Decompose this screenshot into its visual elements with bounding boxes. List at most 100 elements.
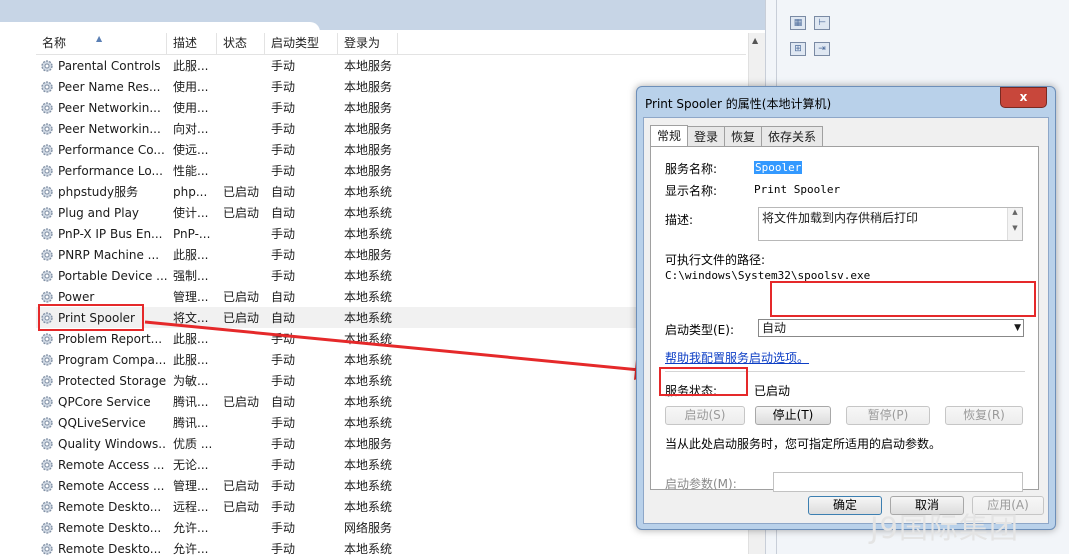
service-gear-icon [41, 353, 53, 366]
service-desc-cell: 使用... [173, 80, 209, 94]
tab-general[interactable]: 常规 [650, 125, 689, 147]
service-gear-icon [41, 479, 53, 492]
table-row[interactable]: Parental Controls 此服... 手动 本地服务 [36, 55, 746, 76]
toolbar-tree-icon[interactable]: ⊞ [790, 42, 806, 56]
service-status-cell: 已启动 [223, 290, 260, 304]
service-name-cell: Remote Deskto... [36, 542, 167, 556]
tab-recovery[interactable]: 恢复 [724, 126, 763, 146]
service-desc-cell: 使用... [173, 101, 209, 115]
service-gear-icon [41, 500, 53, 513]
service-startup-cell: 自动 [271, 311, 296, 325]
service-desc-cell: 性能... [173, 164, 209, 178]
service-desc-cell: 腾讯... [173, 395, 209, 409]
service-name-cell: Performance Lo... [36, 164, 167, 178]
resume-button[interactable]: 恢复(R) [945, 406, 1023, 425]
service-name-cell: Program Compa... [36, 353, 167, 367]
description-label: 描述: [665, 213, 694, 227]
description-scrollbar[interactable]: ▲ ▼ [1007, 208, 1022, 240]
service-gear-icon [41, 395, 53, 408]
path-label: 可执行文件的路径: [665, 253, 766, 267]
service-startup-cell: 手动 [271, 416, 296, 430]
toolbar-export-icon[interactable]: ⇥ [814, 42, 830, 56]
description-field[interactable]: 将文件加载到内存供稍后打印 ▲ ▼ [758, 207, 1023, 241]
status-value: 已启动 [754, 384, 791, 398]
toolbar-split-icon[interactable]: ⊢ [814, 16, 830, 30]
service-logon-cell: 本地系统 [344, 227, 393, 241]
service-desc-cell: 此服... [173, 332, 209, 346]
column-header-status[interactable]: 状态 [217, 33, 265, 54]
service-desc-cell: PnP-... [173, 226, 211, 241]
service-startup-cell: 手动 [271, 479, 296, 493]
service-logon-cell: 本地系统 [344, 206, 393, 220]
help-startup-link[interactable]: 帮助我配置服务启动选项。 [665, 349, 809, 366]
service-status-cell: 已启动 [223, 311, 260, 325]
service-logon-cell: 本地服务 [344, 164, 393, 178]
service-startup-cell: 手动 [271, 122, 296, 136]
service-logon-cell: 本地系统 [344, 332, 393, 346]
service-name-value[interactable]: Spooler [754, 161, 803, 174]
service-desc-cell: 强制... [173, 269, 209, 283]
close-button[interactable]: x [1000, 87, 1047, 108]
service-name-cell: Performance Co... [36, 143, 167, 157]
service-gear-icon [41, 80, 53, 93]
service-status-cell: 已启动 [223, 185, 260, 199]
service-logon-cell: 本地系统 [344, 353, 393, 367]
general-panel: 服务名称: Spooler 显示名称: Print Spooler 描述: 将文… [650, 146, 1039, 492]
pause-button[interactable]: 暂停(P) [846, 406, 930, 425]
service-desc-cell: 腾讯... [173, 416, 209, 430]
service-startup-cell: 手动 [271, 80, 296, 94]
start-hint: 当从此处启动服务时，您可指定所适用的启动参数。 [665, 437, 942, 451]
column-header-startup[interactable]: 启动类型 [265, 33, 338, 54]
service-desc-cell: 此服... [173, 353, 209, 367]
service-name-cell: PnP-X IP Bus En... [36, 227, 167, 241]
service-startup-cell: 手动 [271, 374, 296, 388]
service-gear-icon [41, 416, 53, 429]
service-logon-cell: 网络服务 [344, 521, 393, 535]
stop-button[interactable]: 停止(T) [755, 406, 831, 425]
service-gear-icon [41, 332, 53, 345]
start-params-input[interactable] [773, 472, 1023, 492]
service-gear-icon [41, 374, 53, 387]
service-startup-cell: 手动 [271, 332, 296, 346]
tab-logon[interactable]: 登录 [687, 126, 726, 146]
service-gear-icon [41, 269, 53, 282]
tab-dependencies[interactable]: 依存关系 [761, 126, 824, 146]
service-startup-cell: 手动 [271, 164, 296, 178]
service-gear-icon [41, 227, 53, 240]
service-startup-cell: 自动 [271, 206, 296, 220]
dialog-tabs: 常规 登录 恢复 依存关系 [650, 125, 824, 147]
service-logon-cell: 本地服务 [344, 80, 393, 94]
service-desc-cell: 允许... [173, 521, 209, 535]
service-name-cell: Peer Networkin... [36, 101, 167, 115]
service-logon-cell: 本地系统 [344, 290, 393, 304]
service-desc-cell: 向对... [173, 122, 209, 136]
service-gear-icon [41, 521, 53, 534]
service-logon-cell: 本地服务 [344, 143, 393, 157]
service-desc-cell: 将文... [173, 311, 209, 325]
toolbar-grid-icon[interactable]: ▦ [790, 16, 806, 30]
service-logon-cell: 本地系统 [344, 269, 393, 283]
service-desc-cell: 使远... [173, 143, 209, 157]
service-startup-cell: 手动 [271, 437, 296, 451]
service-logon-cell: 本地系统 [344, 374, 393, 388]
highlight-startup-type [770, 281, 1036, 317]
service-name-cell: Protected Storage [36, 374, 167, 388]
sort-ascending-icon: ▲ [96, 34, 103, 43]
column-header-name[interactable]: 名称 ▲ [36, 33, 167, 54]
service-gear-icon [41, 185, 53, 198]
table-row[interactable]: Remote Deskto... 允许... 手动 本地系统 [36, 538, 746, 559]
window-top-fade [0, 22, 320, 32]
service-gear-icon [41, 59, 53, 72]
start-button[interactable]: 启动(S) [665, 406, 745, 425]
service-gear-icon [41, 143, 53, 156]
service-gear-icon [41, 290, 53, 303]
service-logon-cell: 本地服务 [344, 437, 393, 451]
column-header-logon[interactable]: 登录为 [338, 33, 398, 54]
column-header-desc[interactable]: 描述 [167, 33, 217, 54]
startup-type-select[interactable]: 自动 ▼ [758, 319, 1024, 337]
service-desc-cell: 此服... [173, 59, 209, 73]
service-gear-icon [41, 101, 53, 114]
service-logon-cell: 本地服务 [344, 122, 393, 136]
scroll-up-icon[interactable]: ▲ [752, 36, 758, 45]
display-name-value[interactable]: Print Spooler [754, 183, 840, 196]
